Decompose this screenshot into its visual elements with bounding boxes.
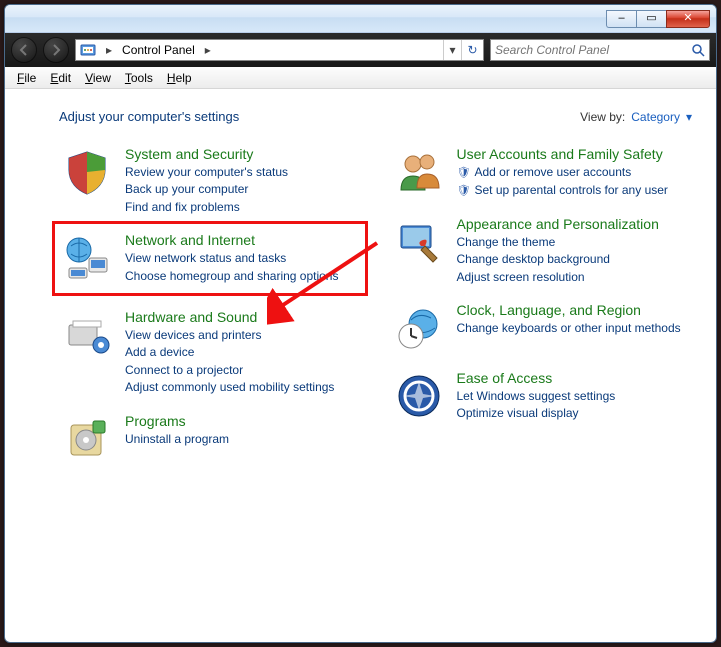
search-input[interactable] [495, 43, 691, 57]
category-link[interactable]: Adjust commonly used mobility settings [125, 379, 359, 396]
window-controls: – ▭ ✕ [606, 10, 710, 28]
category-clock-language-region: Clock, Language, and Region Change keybo… [391, 298, 693, 358]
category-link[interactable]: Change the theme [457, 234, 691, 251]
ease-of-access-icon [393, 370, 445, 422]
category-link[interactable]: Connect to a projector [125, 362, 359, 379]
category-link[interactable]: Uninstall a program [125, 431, 359, 448]
minimize-button[interactable]: – [606, 10, 636, 28]
category-link[interactable]: Change desktop background [457, 251, 691, 268]
breadcrumb-chevron-icon[interactable]: ▸ [100, 43, 118, 57]
menu-file[interactable]: File [11, 69, 42, 87]
category-programs: Programs Uninstall a program [59, 409, 361, 469]
programs-icon [61, 413, 113, 465]
category-network-internet: Network and Internet View network status… [59, 228, 361, 289]
category-user-accounts: User Accounts and Family Safety Add or r… [391, 142, 693, 204]
category-link[interactable]: Add or remove user accounts [457, 164, 691, 182]
control-panel-window: – ▭ ✕ ▸ Control Panel ▸ ▾ ↻ [4, 4, 717, 643]
right-column: User Accounts and Family Safety Add or r… [391, 142, 693, 469]
category-title[interactable]: Programs [125, 413, 359, 429]
category-link[interactable]: View devices and printers [125, 327, 359, 344]
page-heading: Adjust your computer's settings [59, 109, 239, 124]
category-link[interactable]: Review your computer's status [125, 164, 359, 181]
appearance-icon [393, 216, 445, 268]
category-link[interactable]: Choose homegroup and sharing options [125, 268, 359, 285]
arrow-left-icon [18, 44, 30, 56]
category-title[interactable]: Network and Internet [125, 232, 359, 248]
search-box[interactable] [490, 39, 710, 61]
category-link[interactable]: Change keyboards or other input methods [457, 320, 691, 337]
chevron-down-icon: ▾ [686, 110, 692, 124]
forward-button[interactable] [43, 37, 69, 63]
back-button[interactable] [11, 37, 37, 63]
category-hardware-sound: Hardware and Sound View devices and prin… [59, 305, 361, 401]
refresh-button[interactable]: ↻ [461, 40, 483, 60]
close-button[interactable]: ✕ [666, 10, 710, 28]
category-title[interactable]: Clock, Language, and Region [457, 302, 691, 318]
network-internet-icon [61, 232, 113, 284]
hardware-sound-icon [61, 309, 113, 361]
category-link[interactable]: Optimize visual display [457, 405, 691, 422]
category-link[interactable]: Set up parental controls for any user [457, 182, 691, 200]
arrow-right-icon [50, 44, 62, 56]
category-link[interactable]: Let Windows suggest settings [457, 388, 691, 405]
content-area: Adjust your computer's settings View by:… [5, 89, 716, 642]
control-panel-icon [80, 42, 96, 58]
category-appearance: Appearance and Personalization Change th… [391, 212, 693, 290]
category-title[interactable]: Hardware and Sound [125, 309, 359, 325]
category-link[interactable]: Find and fix problems [125, 199, 359, 216]
titlebar: – ▭ ✕ [5, 5, 716, 33]
breadcrumb-control-panel[interactable]: Control Panel [118, 41, 199, 59]
view-by-value[interactable]: Category [631, 110, 680, 124]
menu-view[interactable]: View [79, 69, 117, 87]
category-link[interactable]: Add a device [125, 344, 359, 361]
breadcrumb-chevron-icon[interactable]: ▸ [199, 43, 217, 57]
maximize-button[interactable]: ▭ [636, 10, 666, 28]
category-link[interactable]: Back up your computer [125, 181, 359, 198]
menu-tools[interactable]: Tools [119, 69, 159, 87]
view-by-label: View by: [580, 110, 625, 124]
category-link[interactable]: View network status and tasks [125, 250, 359, 267]
view-by-control[interactable]: View by: Category ▾ [580, 110, 692, 124]
clock-language-icon [393, 302, 445, 354]
navigation-bar: ▸ Control Panel ▸ ▾ ↻ [5, 33, 716, 67]
menu-bar: File Edit View Tools Help [5, 67, 716, 89]
left-column: System and Security Review your computer… [59, 142, 361, 469]
category-title[interactable]: Ease of Access [457, 370, 691, 386]
category-columns: System and Security Review your computer… [59, 142, 692, 469]
category-title[interactable]: System and Security [125, 146, 359, 162]
system-security-icon [61, 146, 113, 198]
highlight-annotation: Network and Internet View network status… [52, 221, 368, 296]
address-bar[interactable]: ▸ Control Panel ▸ ▾ ↻ [75, 39, 484, 61]
category-title[interactable]: Appearance and Personalization [457, 216, 691, 232]
menu-help[interactable]: Help [161, 69, 198, 87]
category-system-security: System and Security Review your computer… [59, 142, 361, 220]
category-title[interactable]: User Accounts and Family Safety [457, 146, 691, 162]
address-dropdown-button[interactable]: ▾ [443, 40, 461, 60]
category-link[interactable]: Adjust screen resolution [457, 269, 691, 286]
user-accounts-icon [393, 146, 445, 198]
heading-row: Adjust your computer's settings View by:… [59, 109, 692, 124]
category-ease-of-access: Ease of Access Let Windows suggest setti… [391, 366, 693, 427]
menu-edit[interactable]: Edit [44, 69, 77, 87]
search-icon[interactable] [691, 43, 705, 57]
